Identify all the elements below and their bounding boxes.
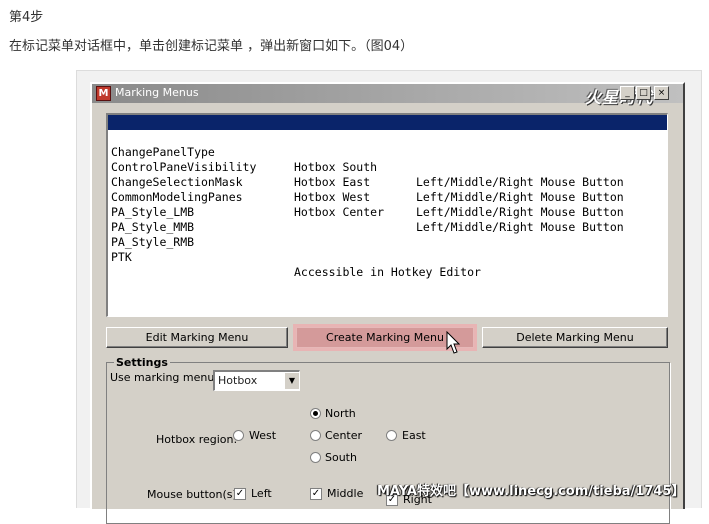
hotbox-region-label: Hotbox region: (156, 433, 238, 446)
mouse-middle-checkbox[interactable]: ✓ (310, 488, 322, 500)
chevron-down-icon[interactable]: ▼ (284, 372, 299, 389)
list-item[interactable]: ChangePanelLayout Hotbox North Left/Midd… (108, 115, 667, 174)
region-east-radio[interactable] (386, 430, 397, 441)
list-item[interactable]: PTK Accessible in Hotkey Editor (108, 235, 667, 279)
list-item[interactable]: PA_Style_LMB (108, 190, 667, 219)
mouse-buttons-label: Mouse button(s): (147, 488, 241, 501)
region-center-radio[interactable] (310, 430, 321, 441)
delete-marking-menu-button[interactable]: Delete Marking Menu (482, 327, 668, 348)
marking-menu-list[interactable]: ChangePanelLayout Hotbox North Left/Midd… (106, 113, 668, 317)
minimize-button[interactable]: _ (620, 86, 635, 100)
list-item[interactable]: ChangeSelectionMask Hotbox West Left/Mid… (108, 160, 667, 219)
region-south-radio[interactable] (310, 452, 321, 463)
close-button[interactable]: × (654, 86, 669, 100)
region-north-label: North (325, 407, 356, 420)
dropdown-value: Hotbox (218, 374, 258, 387)
title-bar[interactable]: M Marking Menus 火星时代 _ □ × (92, 84, 683, 107)
watermark-text: MAYA特效吧【www.linecg.com/tieba/1745】 (377, 484, 685, 499)
maximize-button[interactable]: □ (636, 86, 651, 100)
region-west-radio[interactable] (233, 430, 244, 441)
region-north-radio[interactable] (310, 408, 321, 419)
list-item[interactable]: ControlPaneVisibility Hotbox East Left/M… (108, 145, 667, 204)
list-item[interactable]: PA_Style_MMB (108, 205, 667, 234)
region-south-label: South (325, 451, 357, 464)
list-item[interactable]: PA_Style_RMB (108, 220, 667, 249)
list-item[interactable]: CommonModelingPanes Hotbox Center Left/M… (108, 175, 667, 234)
settings-title: Settings (114, 356, 170, 369)
region-center-label: Center (325, 429, 363, 442)
marking-menus-dialog: M Marking Menus 火星时代 _ □ × ChangePanelLa… (90, 82, 685, 524)
step-description: 在标记菜单对话框中，单击创建标记菜单 ，弹出新窗口如下。（图04） (9, 39, 414, 54)
use-marking-menu-dropdown[interactable]: Hotbox ▼ (213, 370, 300, 391)
region-east-label: East (402, 429, 426, 442)
mouse-left-label: Left (251, 487, 272, 500)
mouse-middle-label: Middle (327, 487, 364, 500)
step-heading: 第4步 (9, 10, 44, 25)
edit-marking-menu-button[interactable]: Edit Marking Menu (106, 327, 288, 348)
list-item[interactable]: ChangePanelType Hotbox South Left/Middle… (108, 130, 667, 189)
maya-app-icon: M (96, 86, 111, 101)
window-title: Marking Menus (115, 86, 199, 99)
region-west-label: West (249, 429, 277, 442)
mouse-pointer-icon (446, 331, 460, 354)
mouse-left-checkbox[interactable]: ✓ (234, 488, 246, 500)
menu-name: PTK (111, 250, 132, 264)
menu-location: Accessible in Hotkey Editor (294, 265, 481, 279)
